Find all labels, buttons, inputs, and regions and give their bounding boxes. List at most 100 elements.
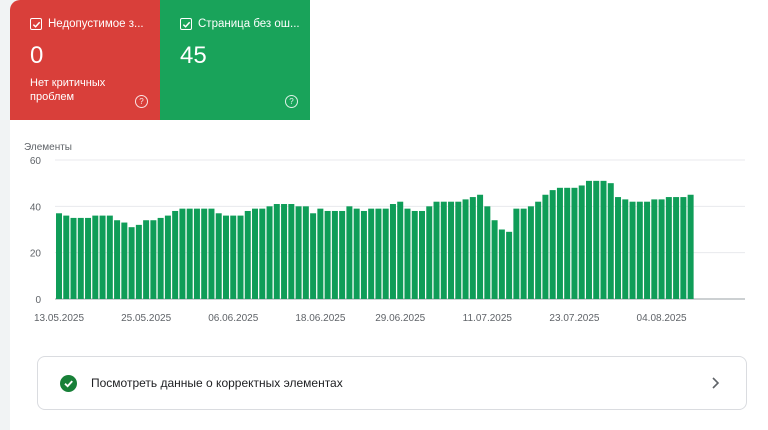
chart-bar[interactable] — [615, 197, 622, 299]
chart-bar[interactable] — [259, 208, 266, 299]
chart-bar[interactable] — [346, 206, 353, 299]
chart-bar[interactable] — [179, 208, 186, 299]
chart-bar[interactable] — [600, 180, 607, 299]
chart-bar[interactable] — [433, 201, 440, 299]
chart-bar[interactable] — [172, 210, 179, 299]
chart-bar[interactable] — [651, 199, 658, 299]
chart-bar[interactable] — [295, 206, 302, 299]
chart-bar[interactable] — [477, 194, 484, 299]
y-tick-label: 0 — [35, 295, 41, 306]
chart-bar[interactable] — [578, 185, 585, 299]
chart-bar[interactable] — [658, 199, 665, 299]
chart-bar[interactable] — [208, 208, 215, 299]
view-valid-items-link[interactable]: Посмотреть данные о корректных элементах — [37, 356, 747, 410]
chart-bar[interactable] — [99, 215, 106, 299]
chart-bar[interactable] — [535, 201, 542, 299]
chart-bar[interactable] — [77, 217, 84, 299]
chart-bar[interactable] — [426, 206, 433, 299]
chart-bar[interactable] — [636, 201, 643, 299]
chart-bar[interactable] — [397, 201, 404, 299]
chart-bar[interactable] — [644, 201, 651, 299]
chart-bar[interactable] — [56, 213, 62, 299]
chart-bar[interactable] — [404, 208, 411, 299]
chart-bar[interactable] — [520, 208, 527, 299]
chart-bar[interactable] — [360, 210, 367, 299]
chart-bar[interactable] — [114, 220, 121, 299]
chart-bar[interactable] — [687, 194, 694, 299]
chart-bar[interactable] — [317, 208, 324, 299]
chart-bar[interactable] — [629, 201, 636, 299]
chart-bar[interactable] — [201, 208, 208, 299]
chart-bar[interactable] — [556, 187, 563, 299]
chart-bar[interactable] — [237, 215, 244, 299]
y-tick-label: 40 — [30, 202, 42, 213]
chart-bar[interactable] — [143, 220, 150, 299]
chart-bar[interactable] — [324, 210, 331, 299]
chart-bar[interactable] — [85, 217, 92, 299]
chart-bar[interactable] — [310, 213, 317, 299]
chart-bar[interactable] — [368, 208, 375, 299]
chart-bar[interactable] — [448, 201, 455, 299]
chart-bar[interactable] — [665, 197, 672, 299]
chart-bar[interactable] — [230, 215, 237, 299]
chart-bar[interactable] — [244, 210, 251, 299]
chart-bar[interactable] — [252, 208, 259, 299]
check-circle-icon — [60, 374, 77, 392]
chart-bar[interactable] — [571, 187, 578, 299]
chart-bar[interactable] — [128, 227, 135, 299]
chart-bar[interactable] — [288, 204, 295, 299]
chart-bar[interactable] — [593, 180, 600, 299]
chart-bar[interactable] — [106, 215, 113, 299]
chart-bar[interactable] — [419, 210, 425, 299]
chart-bar[interactable] — [193, 208, 200, 299]
chart-bar[interactable] — [491, 220, 498, 299]
chart-bar[interactable] — [266, 206, 273, 299]
chart-bar[interactable] — [462, 199, 469, 299]
chart-bar[interactable] — [607, 183, 614, 299]
chart-bar[interactable] — [281, 204, 288, 299]
chart-bar[interactable] — [157, 217, 164, 299]
y-axis-label: Элементы — [24, 142, 72, 153]
chart-bar[interactable] — [215, 213, 222, 299]
chart-bar[interactable] — [339, 210, 346, 299]
chart-bar[interactable] — [498, 229, 505, 300]
chart-bar[interactable] — [585, 180, 592, 299]
chart-bar[interactable] — [484, 206, 491, 299]
report-card: Недопустимое з... 0 Нет критичных пробле… — [10, 0, 768, 430]
chart-bar[interactable] — [527, 206, 534, 299]
chart-bar[interactable] — [542, 194, 549, 299]
chart-bar[interactable] — [222, 215, 229, 299]
chart-bar[interactable] — [549, 190, 556, 299]
x-tick-label: 23.07.2025 — [549, 313, 599, 324]
chart-bar[interactable] — [331, 210, 338, 299]
chart-bar[interactable] — [121, 222, 128, 299]
x-tick-label: 25.05.2025 — [121, 313, 171, 324]
chart-bar[interactable] — [92, 215, 99, 299]
x-tick-label: 04.08.2025 — [637, 313, 687, 324]
chart-bar[interactable] — [186, 208, 193, 299]
chart-bar[interactable] — [375, 208, 382, 299]
chart-bar[interactable] — [70, 217, 77, 299]
bar-chart: Элементы 0 20 40 60 13.05.2025 25.05.2025 06.… — [24, 142, 745, 324]
chevron-right-icon — [712, 377, 720, 389]
chart-bar[interactable] — [506, 231, 513, 299]
chart-bar[interactable] — [469, 197, 476, 299]
chart-bar[interactable] — [353, 208, 360, 299]
chart-bar[interactable] — [513, 208, 520, 299]
chart-bar[interactable] — [273, 204, 280, 299]
chart-bar[interactable] — [382, 208, 389, 299]
chart-bar[interactable] — [411, 210, 418, 299]
chart-bar[interactable] — [680, 197, 687, 299]
chart-bar[interactable] — [455, 201, 462, 299]
chart-bar[interactable] — [164, 215, 171, 299]
chart-bar[interactable] — [440, 201, 447, 299]
chart-bar[interactable] — [135, 224, 142, 299]
chart-bar[interactable] — [564, 187, 571, 299]
chart-bar[interactable] — [150, 220, 157, 299]
chart-bar[interactable] — [389, 204, 396, 299]
chart-bar[interactable] — [302, 206, 309, 299]
chart-bar[interactable] — [622, 199, 629, 299]
y-tick-label: 20 — [30, 249, 42, 260]
chart-bar[interactable] — [673, 197, 680, 299]
chart-bar[interactable] — [63, 215, 70, 299]
